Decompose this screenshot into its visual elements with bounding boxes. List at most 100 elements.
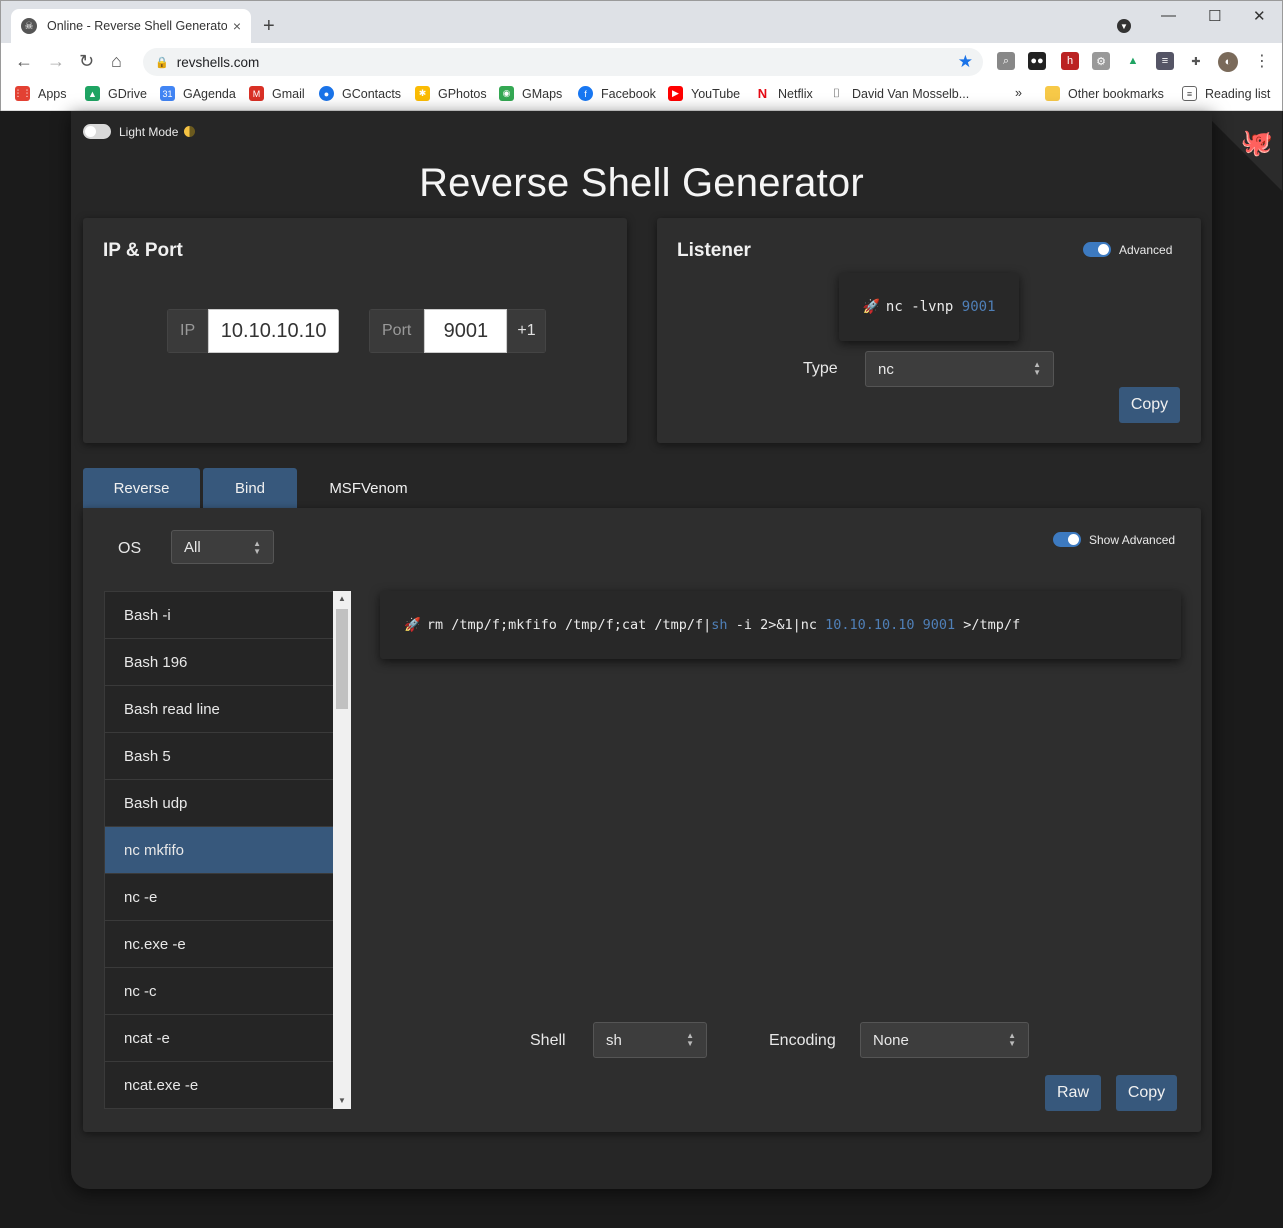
listener-type-select[interactable]: nc ▲ ▼ bbox=[865, 351, 1054, 387]
new-tab-button[interactable]: + bbox=[263, 15, 275, 38]
increment-port-button[interactable]: +1 bbox=[507, 309, 546, 353]
listener-command-text: nc -lvnp bbox=[885, 299, 962, 315]
extension-search-icon[interactable]: ⌕ bbox=[997, 52, 1015, 70]
select-arrows-icon: ▲ ▼ bbox=[1008, 1031, 1016, 1048]
shell-label: Shell bbox=[530, 1032, 566, 1049]
listener-command[interactable]: 🚀 nc -lvnp 9001 bbox=[839, 273, 1019, 341]
bookmark-gagenda[interactable]: 31 GAgenda bbox=[160, 86, 236, 101]
reverse-shell-command[interactable]: 🚀 rm /tmp/f;mkfifo /tmp/f;cat /tmp/f| sh -… bbox=[380, 591, 1181, 659]
os-value: All bbox=[184, 538, 201, 556]
shell-item[interactable]: nc -e bbox=[105, 874, 333, 921]
ip-port-heading: IP & Port bbox=[103, 240, 183, 261]
extensions-puzzle-icon[interactable]: ✚ bbox=[1187, 52, 1205, 70]
scroll-down-icon[interactable]: ▼ bbox=[333, 1093, 351, 1109]
select-arrows-icon: ▲ ▼ bbox=[686, 1031, 694, 1048]
bookmark-apps[interactable]: ⋮⋮ Apps bbox=[14, 86, 67, 101]
bookmark-gphotos[interactable]: ✱ GPhotos bbox=[415, 86, 487, 101]
extension-drive-icon[interactable]: ▲ bbox=[1124, 52, 1142, 70]
shell-select[interactable]: sh ▲ ▼ bbox=[593, 1022, 707, 1058]
advanced-switch[interactable] bbox=[1083, 242, 1111, 257]
shell-item[interactable]: ncat -e bbox=[105, 1015, 333, 1062]
minimize-icon[interactable]: — bbox=[1161, 7, 1176, 24]
browser-tab[interactable]: ☠ Online - Reverse Shell Generator × bbox=[11, 9, 251, 43]
bookmark-gmail[interactable]: M Gmail bbox=[249, 86, 305, 101]
shell-item[interactable]: Bash -i bbox=[105, 592, 333, 639]
light-mode-label: Light Mode bbox=[119, 124, 179, 139]
bookmark-star-icon[interactable]: ★ bbox=[958, 52, 973, 72]
command-port: 9001 bbox=[922, 617, 956, 633]
other-bookmarks[interactable]: Other bookmarks bbox=[1045, 86, 1164, 101]
ip-input[interactable]: 10.10.10.10 bbox=[208, 309, 340, 353]
tab-msfvenom[interactable]: MSFVenom bbox=[313, 468, 424, 508]
scroll-thumb[interactable] bbox=[336, 609, 348, 709]
raw-button[interactable]: Raw bbox=[1045, 1075, 1101, 1111]
extension-tampermonkey-icon[interactable]: ●● bbox=[1028, 52, 1046, 70]
bookmark-youtube[interactable]: ▶ YouTube bbox=[668, 86, 740, 101]
skull-icon: ☠ bbox=[21, 18, 37, 34]
scroll-up-icon[interactable]: ▲ bbox=[333, 591, 351, 607]
os-select[interactable]: All ▲ ▼ bbox=[171, 530, 274, 564]
close-window-icon[interactable]: ✕ bbox=[1253, 7, 1266, 25]
map-pin-icon: ◉ bbox=[499, 86, 514, 101]
shell-item[interactable]: Bash udp bbox=[105, 780, 333, 827]
bookmark-gmaps[interactable]: ◉ GMaps bbox=[499, 86, 562, 101]
type-label: Type bbox=[803, 360, 838, 377]
maximize-icon[interactable]: ☐ bbox=[1208, 7, 1221, 25]
address-bar[interactable]: 🔒 revshells.com ★ bbox=[143, 48, 983, 76]
menu-icon[interactable]: ⋮ bbox=[1253, 52, 1271, 70]
home-icon[interactable]: ⌂ bbox=[111, 51, 122, 72]
page: 🐙 Light Mode Reverse Shell Generator IP … bbox=[1, 111, 1282, 1227]
calendar-icon: 31 bbox=[160, 86, 175, 101]
bookmark-david[interactable]: ⌷ David Van Mosselb... bbox=[829, 86, 969, 101]
back-icon[interactable]: ← bbox=[15, 51, 33, 72]
tab-bind[interactable]: Bind bbox=[203, 468, 297, 508]
shell-item[interactable]: Bash read line bbox=[105, 686, 333, 733]
browser-toolbar: ← → ↻ ⌂ 🔒 revshells.com ★ ⌕ ●● h ⚙ ▲ ≡ ✚… bbox=[1, 43, 1282, 79]
folder-icon bbox=[1045, 86, 1060, 101]
show-advanced-label: Show Advanced bbox=[1089, 532, 1176, 547]
forward-icon[interactable]: → bbox=[47, 51, 65, 72]
shell-item[interactable]: Bash 5 bbox=[105, 733, 333, 780]
port-input[interactable]: 9001 bbox=[424, 309, 508, 353]
bookmark-netflix[interactable]: N Netflix bbox=[755, 86, 813, 101]
lock-icon: 🔒 bbox=[155, 56, 169, 69]
shell-item[interactable]: ncat.exe -e bbox=[105, 1062, 333, 1108]
more-bookmarks-icon[interactable]: » bbox=[1015, 86, 1022, 100]
bookmark-gdrive[interactable]: ▲ GDrive bbox=[85, 86, 147, 101]
profile-menu-icon[interactable]: ▼ bbox=[1117, 19, 1131, 33]
bookmark-facebook[interactable]: f Facebook bbox=[578, 86, 656, 101]
command-part: -i 2>&1|nc bbox=[727, 617, 826, 633]
show-advanced-switch[interactable] bbox=[1053, 532, 1081, 547]
extension-gear-icon[interactable]: ⚙ bbox=[1092, 52, 1110, 70]
rocket-icon: 🚀 bbox=[862, 299, 880, 315]
github-octocat-icon[interactable]: 🐙 bbox=[1240, 125, 1274, 159]
shell-list-scrollbar[interactable]: ▲ ▼ bbox=[333, 591, 351, 1109]
light-mode-switch[interactable] bbox=[83, 124, 111, 139]
url-text: revshells.com bbox=[176, 54, 260, 70]
close-tab-icon[interactable]: × bbox=[233, 18, 241, 34]
shell-item[interactable]: Bash 196 bbox=[105, 639, 333, 686]
contacts-icon: ● bbox=[319, 86, 334, 101]
encoding-select[interactable]: None ▲ ▼ bbox=[860, 1022, 1029, 1058]
shell-item-selected[interactable]: nc mkfifo bbox=[105, 827, 333, 874]
extension-h-icon[interactable]: h bbox=[1061, 52, 1079, 70]
advanced-toggle[interactable]: Advanced bbox=[1083, 242, 1172, 257]
tab-reverse[interactable]: Reverse bbox=[83, 468, 200, 508]
gdrive-icon: ▲ bbox=[85, 86, 100, 101]
avatar[interactable]: ◐ bbox=[1218, 52, 1238, 72]
show-advanced-toggle[interactable]: Show Advanced bbox=[1053, 532, 1175, 547]
reading-list[interactable]: ≡ Reading list bbox=[1182, 86, 1270, 101]
tab-strip: ☠ Online - Reverse Shell Generator × + ▼… bbox=[1, 1, 1282, 43]
reload-icon[interactable]: ↻ bbox=[79, 51, 94, 72]
shell-item[interactable]: nc -c bbox=[105, 968, 333, 1015]
extension-list-icon[interactable]: ≡ bbox=[1156, 52, 1174, 70]
encoding-value: None bbox=[873, 1031, 909, 1049]
bookmarks-bar: ⋮⋮ Apps ▲ GDrive 31 GAgenda M Gmail ● GContac… bbox=[1, 79, 1282, 111]
shell-item[interactable]: nc.exe -e bbox=[105, 921, 333, 968]
shell-value: sh bbox=[606, 1031, 622, 1049]
bookmark-gcontacts[interactable]: ● GContacts bbox=[319, 86, 401, 101]
light-mode-toggle[interactable]: Light Mode bbox=[83, 124, 196, 139]
listener-copy-button[interactable]: Copy bbox=[1119, 387, 1180, 423]
copy-button[interactable]: Copy bbox=[1116, 1075, 1177, 1111]
encoding-label: Encoding bbox=[769, 1032, 836, 1049]
